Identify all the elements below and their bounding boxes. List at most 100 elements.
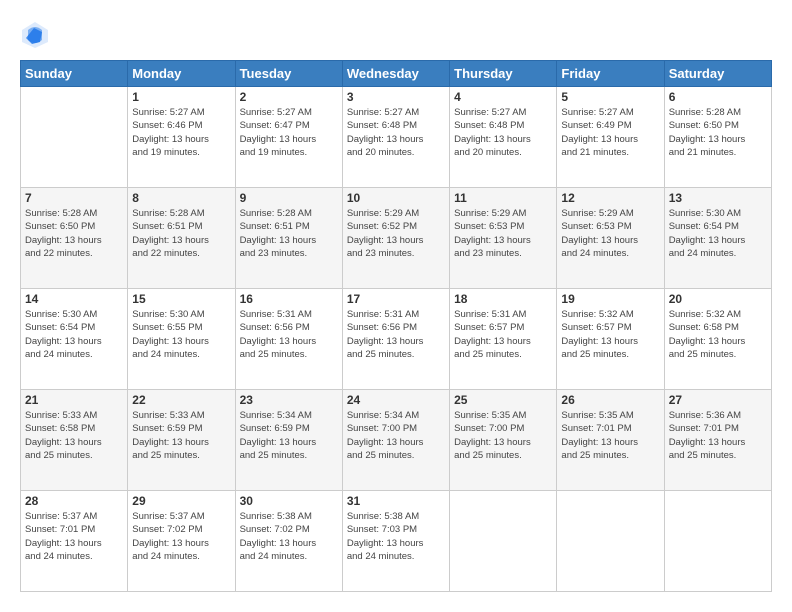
day-info: Sunrise: 5:29 AM Sunset: 6:53 PM Dayligh… [561,207,659,260]
day-number: 15 [132,292,230,306]
logo-icon [20,20,50,50]
day-number: 30 [240,494,338,508]
calendar-cell [557,491,664,592]
calendar-cell: 10 Sunrise: 5:29 AM Sunset: 6:52 PM Dayli… [342,188,449,289]
day-info: Sunrise: 5:32 AM Sunset: 6:57 PM Dayligh… [561,308,659,361]
header [20,20,772,50]
calendar-cell: 8 Sunrise: 5:28 AM Sunset: 6:51 PM Daylig… [128,188,235,289]
day-header-tuesday: Tuesday [235,61,342,87]
day-number: 6 [669,90,767,104]
day-number: 29 [132,494,230,508]
calendar-week-5: 28 Sunrise: 5:37 AM Sunset: 7:01 PM Dayli… [21,491,772,592]
day-number: 27 [669,393,767,407]
calendar-cell: 1Sunrise: 5:27 AM Sunset: 6:46 PM Daylig… [128,87,235,188]
calendar-header-row: SundayMondayTuesdayWednesdayThursdayFrid… [21,61,772,87]
day-number: 10 [347,191,445,205]
calendar-cell [450,491,557,592]
day-header-saturday: Saturday [664,61,771,87]
calendar-cell: 26 Sunrise: 5:35 AM Sunset: 7:01 PM Dayli… [557,390,664,491]
day-number: 28 [25,494,123,508]
day-info: Sunrise: 5:30 AM Sunset: 6:55 PM Dayligh… [132,308,230,361]
day-info: Sunrise: 5:37 AM Sunset: 7:01 PM Dayligh… [25,510,123,563]
day-number: 4 [454,90,552,104]
calendar-week-4: 21 Sunrise: 5:33 AM Sunset: 6:58 PM Dayli… [21,390,772,491]
calendar-cell: 6 Sunrise: 5:28 AM Sunset: 6:50 PM Daylig… [664,87,771,188]
day-number: 8 [132,191,230,205]
day-number: 12 [561,191,659,205]
day-header-sunday: Sunday [21,61,128,87]
day-number: 26 [561,393,659,407]
day-info: Sunrise: 5:31 AM Sunset: 6:57 PM Dayligh… [454,308,552,361]
calendar-cell: 4 Sunrise: 5:27 AM Sunset: 6:48 PM Daylig… [450,87,557,188]
day-info: Sunrise: 5:35 AM Sunset: 7:01 PM Dayligh… [561,409,659,462]
day-number: 20 [669,292,767,306]
day-info: Sunrise: 5:34 AM Sunset: 6:59 PM Dayligh… [240,409,338,462]
calendar-cell: 18 Sunrise: 5:31 AM Sunset: 6:57 PM Dayli… [450,289,557,390]
calendar-cell: 21 Sunrise: 5:33 AM Sunset: 6:58 PM Dayli… [21,390,128,491]
calendar-cell: 13 Sunrise: 5:30 AM Sunset: 6:54 PM Dayli… [664,188,771,289]
day-number: 24 [347,393,445,407]
day-info: Sunrise: 5:31 AM Sunset: 6:56 PM Dayligh… [240,308,338,361]
day-number: 18 [454,292,552,306]
calendar-cell: 20Sunrise: 5:32 AM Sunset: 6:58 PM Dayli… [664,289,771,390]
day-info: Sunrise: 5:33 AM Sunset: 6:58 PM Dayligh… [25,409,123,462]
calendar-cell: 22Sunrise: 5:33 AM Sunset: 6:59 PM Dayli… [128,390,235,491]
calendar-week-1: 1Sunrise: 5:27 AM Sunset: 6:46 PM Daylig… [21,87,772,188]
day-number: 17 [347,292,445,306]
calendar-cell: 14 Sunrise: 5:30 AM Sunset: 6:54 PM Dayli… [21,289,128,390]
day-number: 19 [561,292,659,306]
day-header-thursday: Thursday [450,61,557,87]
calendar-cell: 27 Sunrise: 5:36 AM Sunset: 7:01 PM Dayli… [664,390,771,491]
day-info: Sunrise: 5:36 AM Sunset: 7:01 PM Dayligh… [669,409,767,462]
calendar-cell: 25 Sunrise: 5:35 AM Sunset: 7:00 PM Dayli… [450,390,557,491]
day-number: 11 [454,191,552,205]
day-info: Sunrise: 5:29 AM Sunset: 6:52 PM Dayligh… [347,207,445,260]
day-number: 21 [25,393,123,407]
calendar-cell: 23 Sunrise: 5:34 AM Sunset: 6:59 PM Dayli… [235,390,342,491]
calendar-cell [21,87,128,188]
day-info: Sunrise: 5:33 AM Sunset: 6:59 PM Dayligh… [132,409,230,462]
calendar-table: SundayMondayTuesdayWednesdayThursdayFrid… [20,60,772,592]
day-number: 13 [669,191,767,205]
calendar-cell: 12 Sunrise: 5:29 AM Sunset: 6:53 PM Dayli… [557,188,664,289]
day-info: Sunrise: 5:27 AM Sunset: 6:48 PM Dayligh… [347,106,445,159]
day-info: Sunrise: 5:34 AM Sunset: 7:00 PM Dayligh… [347,409,445,462]
day-number: 31 [347,494,445,508]
day-info: Sunrise: 5:28 AM Sunset: 6:50 PM Dayligh… [669,106,767,159]
calendar-cell: 28 Sunrise: 5:37 AM Sunset: 7:01 PM Dayli… [21,491,128,592]
day-number: 14 [25,292,123,306]
day-header-friday: Friday [557,61,664,87]
day-info: Sunrise: 5:27 AM Sunset: 6:49 PM Dayligh… [561,106,659,159]
day-info: Sunrise: 5:28 AM Sunset: 6:50 PM Dayligh… [25,207,123,260]
day-number: 23 [240,393,338,407]
calendar-cell: 9 Sunrise: 5:28 AM Sunset: 6:51 PM Daylig… [235,188,342,289]
day-number: 5 [561,90,659,104]
day-info: Sunrise: 5:27 AM Sunset: 6:47 PM Dayligh… [240,106,338,159]
calendar-cell: 30 Sunrise: 5:38 AM Sunset: 7:02 PM Dayli… [235,491,342,592]
day-info: Sunrise: 5:38 AM Sunset: 7:02 PM Dayligh… [240,510,338,563]
day-info: Sunrise: 5:37 AM Sunset: 7:02 PM Dayligh… [132,510,230,563]
calendar-cell: 5 Sunrise: 5:27 AM Sunset: 6:49 PM Daylig… [557,87,664,188]
calendar-week-3: 14 Sunrise: 5:30 AM Sunset: 6:54 PM Dayli… [21,289,772,390]
calendar-cell: 29 Sunrise: 5:37 AM Sunset: 7:02 PM Dayli… [128,491,235,592]
calendar-cell: 3Sunrise: 5:27 AM Sunset: 6:48 PM Daylig… [342,87,449,188]
day-number: 9 [240,191,338,205]
day-info: Sunrise: 5:27 AM Sunset: 6:46 PM Dayligh… [132,106,230,159]
day-info: Sunrise: 5:28 AM Sunset: 6:51 PM Dayligh… [240,207,338,260]
calendar-cell: 11Sunrise: 5:29 AM Sunset: 6:53 PM Dayli… [450,188,557,289]
day-number: 25 [454,393,552,407]
day-info: Sunrise: 5:30 AM Sunset: 6:54 PM Dayligh… [669,207,767,260]
day-info: Sunrise: 5:35 AM Sunset: 7:00 PM Dayligh… [454,409,552,462]
day-info: Sunrise: 5:31 AM Sunset: 6:56 PM Dayligh… [347,308,445,361]
day-number: 2 [240,90,338,104]
day-info: Sunrise: 5:28 AM Sunset: 6:51 PM Dayligh… [132,207,230,260]
calendar-cell: 17 Sunrise: 5:31 AM Sunset: 6:56 PM Dayli… [342,289,449,390]
day-number: 16 [240,292,338,306]
day-info: Sunrise: 5:27 AM Sunset: 6:48 PM Dayligh… [454,106,552,159]
page: SundayMondayTuesdayWednesdayThursdayFrid… [0,0,792,612]
calendar-cell: 7 Sunrise: 5:28 AM Sunset: 6:50 PM Daylig… [21,188,128,289]
calendar-cell: 15 Sunrise: 5:30 AM Sunset: 6:55 PM Dayli… [128,289,235,390]
day-info: Sunrise: 5:30 AM Sunset: 6:54 PM Dayligh… [25,308,123,361]
day-header-wednesday: Wednesday [342,61,449,87]
day-number: 7 [25,191,123,205]
